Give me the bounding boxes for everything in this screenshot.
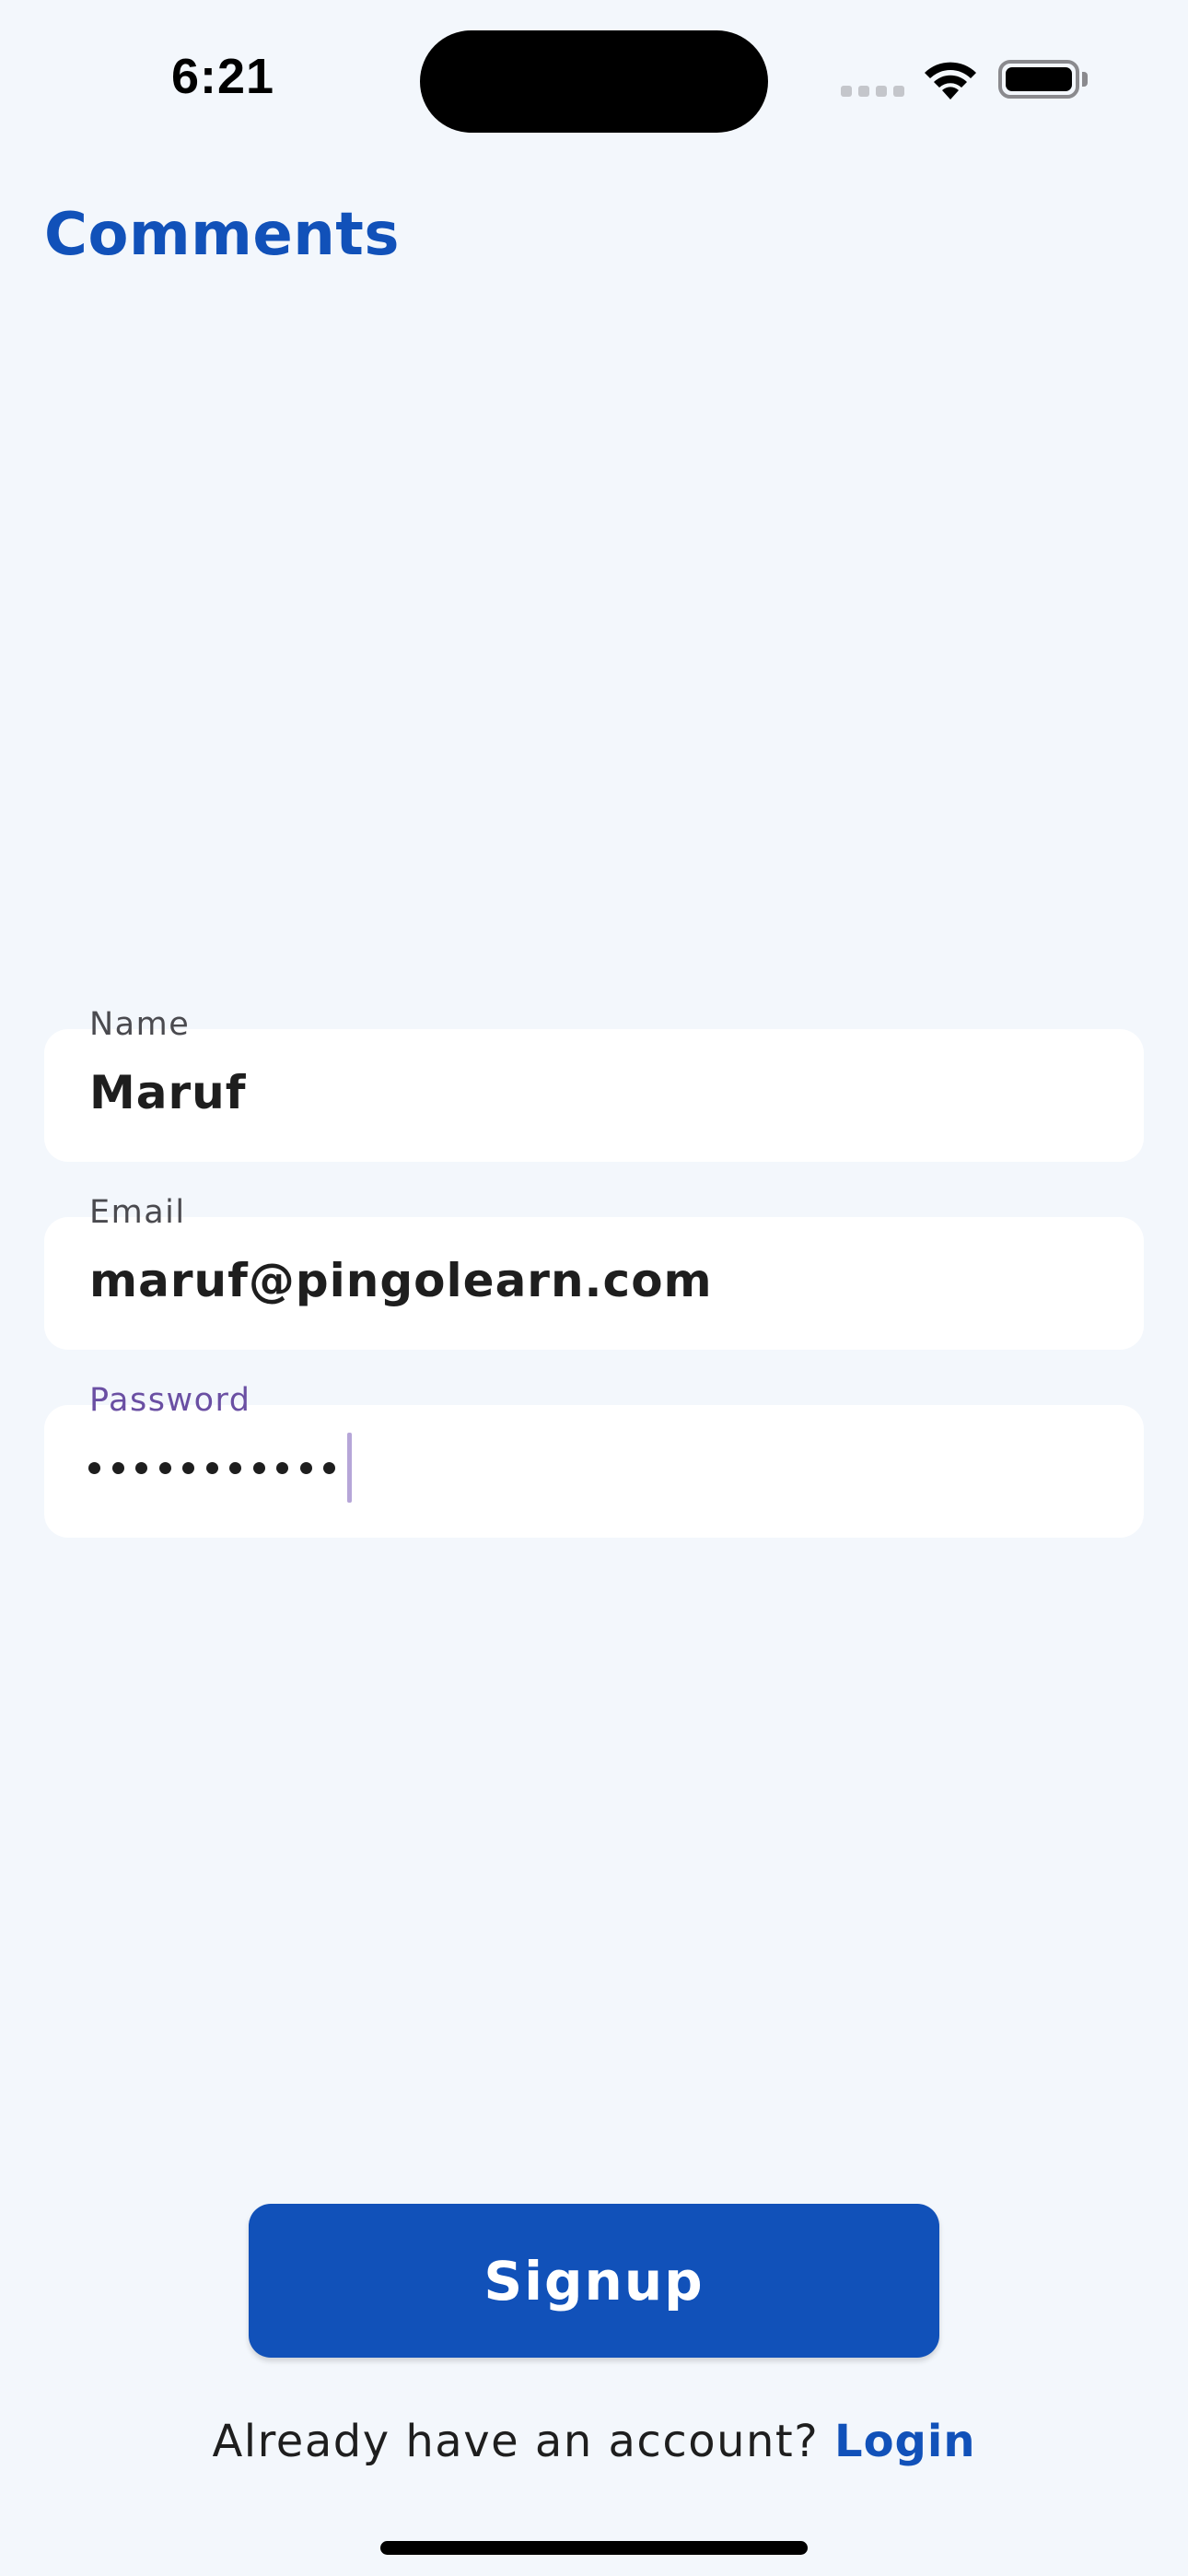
name-field-label: Name (89, 1006, 191, 1043)
password-mask-dot (323, 1461, 335, 1474)
password-mask-dot (299, 1461, 312, 1474)
status-time: 6:21 (171, 49, 275, 104)
password-mask-dot (135, 1461, 147, 1474)
password-field-label: Password (89, 1382, 251, 1419)
password-mask-dot (88, 1461, 100, 1474)
email-field[interactable]: Email maruf@pingolearn.com (44, 1197, 1144, 1350)
cellular-signal-icon (841, 86, 905, 99)
email-field-value[interactable]: maruf@pingolearn.com (89, 1258, 713, 1304)
password-mask-dot (252, 1461, 265, 1474)
signup-button[interactable]: Signup (249, 2204, 939, 2358)
password-mask-dot (276, 1461, 288, 1474)
home-indicator[interactable] (380, 2541, 808, 2555)
login-prompt: Already have an account? Login (0, 2416, 1188, 2467)
wifi-icon (921, 57, 980, 101)
password-field[interactable]: Password (44, 1385, 1144, 1538)
login-link[interactable]: Login (834, 2416, 976, 2467)
battery-tip (1082, 72, 1088, 87)
password-mask-dot (229, 1461, 241, 1474)
password-mask-dot (182, 1461, 194, 1474)
password-mask-dot (111, 1461, 124, 1474)
dynamic-island (420, 30, 768, 133)
email-field-label: Email (89, 1194, 186, 1231)
text-cursor (346, 1433, 352, 1503)
password-mask-dot (205, 1461, 218, 1474)
password-field-value[interactable] (88, 1431, 352, 1505)
name-field-value[interactable]: Maruf (89, 1070, 247, 1116)
name-field[interactable]: Name Maruf (44, 1009, 1144, 1162)
password-mask-dot (158, 1461, 171, 1474)
login-prompt-text: Already have an account? (212, 2416, 820, 2467)
page-title: Comments (44, 201, 400, 269)
battery-icon (998, 60, 1079, 99)
